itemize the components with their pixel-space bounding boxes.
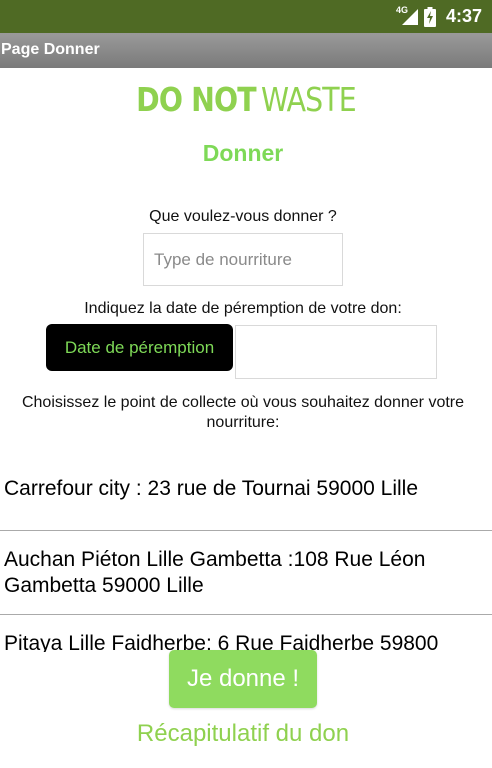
app-logo: DO NOT WASTE — [34, 80, 457, 119]
collect-point-item[interactable]: Pitaya Lille Faidherbe: 6 Rue Faidherbe … — [0, 615, 492, 652]
logo-light-text: WASTE — [260, 80, 357, 119]
collect-point-question-label: Choisissez le point de collecte où vous … — [21, 394, 465, 431]
logo-bold-text: DO NOT — [136, 80, 257, 119]
status-icons: 4G 4:37 — [384, 0, 482, 33]
collect-point-list[interactable]: Carrefour city : 23 rue de Tournai 59000… — [0, 447, 492, 652]
screen: 4G 4:37 Page Donner DO NOT WASTE Donner Q… — [0, 0, 492, 768]
donation-summary-link[interactable]: Récapitulatif du don — [0, 720, 486, 748]
expiry-date-question-label: Indiquez la date de péremption de votre … — [84, 300, 402, 317]
action-bar-title: Page Donner — [1, 41, 100, 58]
donate-button[interactable]: Je donne ! — [169, 650, 317, 708]
action-bar: Page Donner — [0, 33, 492, 68]
food-type-input[interactable] — [143, 233, 343, 286]
expiry-date-button[interactable]: Date de péremption — [46, 324, 233, 371]
page-title: Donner — [202, 140, 284, 166]
collect-point-item[interactable]: Carrefour city : 23 rue de Tournai 59000… — [0, 447, 492, 531]
battery-charging-icon — [423, 6, 436, 27]
expiry-date-field[interactable] — [235, 325, 437, 379]
collect-point-item[interactable]: Auchan Piéton Lille Gambetta :108 Rue Lé… — [0, 531, 492, 615]
network-type-label: 4G — [395, 4, 408, 15]
food-question-label: Que voulez-vous donner ? — [149, 208, 337, 225]
status-clock: 4:37 — [445, 6, 482, 26]
status-bar: 4G 4:37 — [0, 0, 492, 33]
